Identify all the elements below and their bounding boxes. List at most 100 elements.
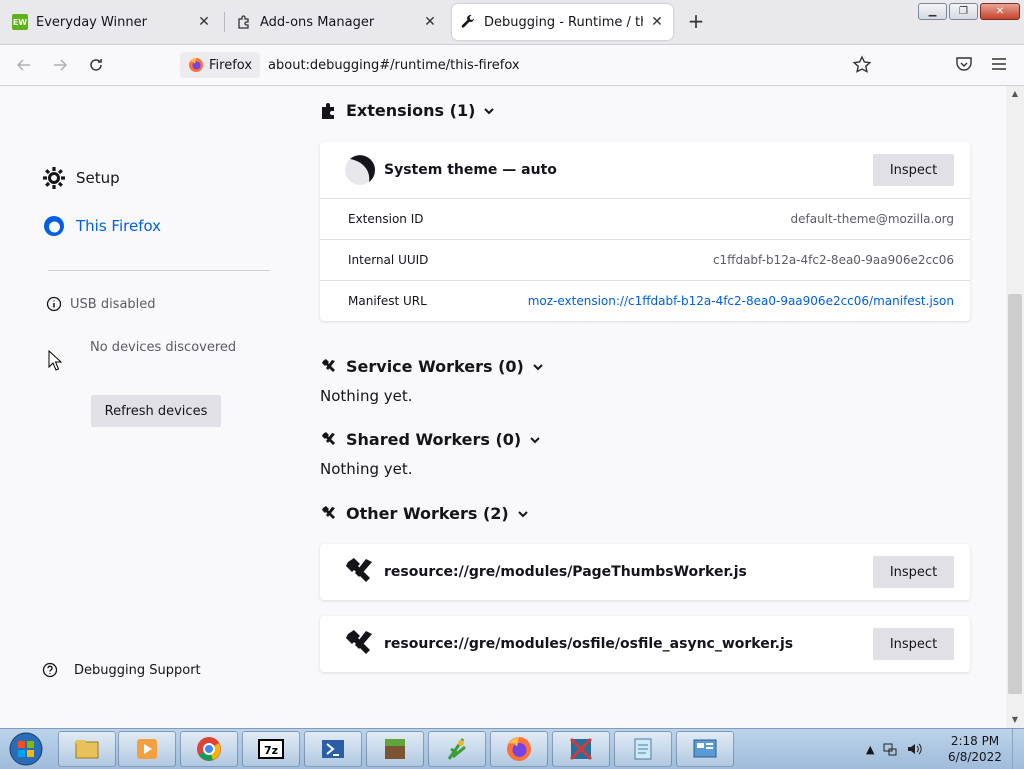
taskbar-7zip[interactable]: 7z [242,731,300,767]
section-title: Other Workers (2) [346,504,509,523]
chevron-down-icon [484,107,495,114]
extension-id-row: Extension ID default-theme@mozilla.org [320,198,970,239]
taskbar-minecraft[interactable] [366,731,424,767]
chrome-icon [197,737,221,761]
shared-workers-empty: Nothing yet. [320,460,413,478]
field-value: c1ffdabf-b12a-4fc2-8ea0-9aa906e2cc06 [712,253,954,267]
shared-workers-section-header[interactable]: Shared Workers (0) [320,430,541,449]
usb-status-text: USB disabled [70,296,156,312]
tab-close-icon[interactable]: ✕ [196,14,212,30]
taskbar-firefox[interactable] [490,731,548,767]
main-content: Extensions (1) System theme — auto Inspe… [300,86,1006,728]
clock-time: 2:18 PM [950,734,1000,748]
bookmark-star-icon[interactable] [852,55,872,75]
extensions-section-header[interactable]: Extensions (1) [320,101,495,120]
taskbar-chrome[interactable] [180,731,238,767]
scroll-up-arrow-icon[interactable]: ▲ [1006,86,1024,102]
network-icon[interactable] [882,741,898,757]
puzzle-icon [322,102,334,119]
firefox-icon [44,216,64,236]
service-workers-empty: Nothing yet. [320,387,413,405]
info-icon [46,296,62,312]
sidebar: Setup This Firefox USB disabled No devic… [0,86,300,728]
tab-close-icon[interactable]: ✕ [649,14,665,30]
taskbar-control-panel[interactable] [676,731,734,767]
taskbar-media-player[interactable] [118,731,176,767]
worker-title: resource://gre/modules/PageThumbsWorker.… [384,564,747,580]
volume-icon[interactable] [906,741,923,757]
app-icon [569,737,593,761]
no-devices-text: No devices discovered [90,340,237,355]
taskbar-notepad[interactable] [614,731,672,767]
refresh-devices-button[interactable]: Refresh devices [91,395,221,427]
reload-icon [90,59,102,71]
internal-uuid-row: Internal UUID c1ffdabf-b12a-4fc2-8ea0-9a… [320,239,970,280]
field-label: Manifest URL [348,294,427,308]
vertical-scrollbar[interactable]: ▲ ▼ [1006,86,1024,728]
tab-everyday-winner[interactable]: EW Everyday Winner ✕ [4,4,220,40]
reload-button[interactable] [84,53,108,77]
new-tab-button[interactable]: + [684,10,708,34]
tab-label: Debugging - Runtime / this-firefox [484,14,643,30]
firefox-icon [189,58,203,72]
section-title: Extensions (1) [346,101,476,120]
forward-button[interactable] [48,53,72,77]
sidebar-item-this-firefox[interactable]: This Firefox [42,214,161,238]
chevron-down-icon [533,363,543,370]
maximize-button[interactable]: ❐ [949,3,978,20]
card-header: resource://gre/modules/PageThumbsWorker.… [320,544,970,600]
7zip-icon: 7z [258,739,284,759]
taskbar-powershell[interactable] [304,731,362,767]
tab-close-icon[interactable]: ✕ [422,14,438,30]
field-value: default-theme@mozilla.org [790,212,955,226]
identity-box[interactable]: Firefox [180,52,261,78]
field-label: Internal UUID [348,253,429,267]
taskbar-plant-app[interactable] [428,731,486,767]
menu-icon[interactable] [990,56,1008,72]
show-desktop-button[interactable] [1012,729,1024,769]
sidebar-divider [48,270,270,271]
tab-addons-manager[interactable]: Add-ons Manager ✕ [228,4,446,40]
sidebar-item-label: This Firefox [76,217,162,235]
inspect-button[interactable]: Inspect [873,556,954,588]
system-clock[interactable]: 2:18 PM 6/8/2022 [944,733,1006,765]
back-button[interactable] [12,53,36,77]
debugging-support-link[interactable]: Debugging Support [42,662,201,678]
chevron-down-icon [530,436,540,443]
pocket-icon[interactable] [955,55,973,73]
theme-icon [345,155,375,185]
firefox-icon [507,737,531,761]
url-text[interactable]: about:debugging#/runtime/this-firefox [268,58,520,73]
usb-status: USB disabled [46,296,156,312]
show-hidden-icons-icon[interactable]: ▲ [866,743,874,756]
start-button[interactable] [4,731,48,767]
clock-date: 6/8/2022 [948,750,1002,764]
tab-debugging[interactable]: Debugging - Runtime / this-firefox ✕ [452,4,673,40]
scrollbar-thumb[interactable] [1008,294,1022,694]
taskbar-app[interactable] [552,731,610,767]
manifest-url-link[interactable]: moz-extension://c1ffdabf-b12a-4fc2-8ea0-… [528,294,954,308]
inspect-button[interactable]: Inspect [873,154,954,186]
hammer-icon [346,630,372,654]
arrow-left-icon [16,59,30,71]
extension-title: System theme — auto [384,162,557,178]
url-bar[interactable]: Firefox about:debugging#/runtime/this-fi… [180,50,880,80]
hammer-icon [322,431,335,445]
sidebar-item-label: Setup [76,169,120,187]
taskbar-explorer[interactable] [58,731,116,767]
minimize-button[interactable]: ▁ [918,3,947,20]
hammer-icon [322,358,335,372]
system-tray: ▲ [866,729,923,769]
gear-icon [43,167,65,189]
close-window-button[interactable]: ✕ [980,3,1020,20]
sidebar-item-setup[interactable]: Setup [42,166,120,190]
window-controls: ▁ ❐ ✕ [918,3,1020,20]
svg-text:7z: 7z [264,744,278,757]
inspect-button[interactable]: Inspect [873,628,954,660]
hammer-icon [346,558,372,582]
other-workers-section-header[interactable]: Other Workers (2) [320,504,529,523]
wrench-icon [461,14,475,28]
service-workers-section-header[interactable]: Service Workers (0) [320,357,544,376]
scroll-down-arrow-icon[interactable]: ▼ [1006,712,1024,728]
section-title: Shared Workers (0) [346,430,522,449]
